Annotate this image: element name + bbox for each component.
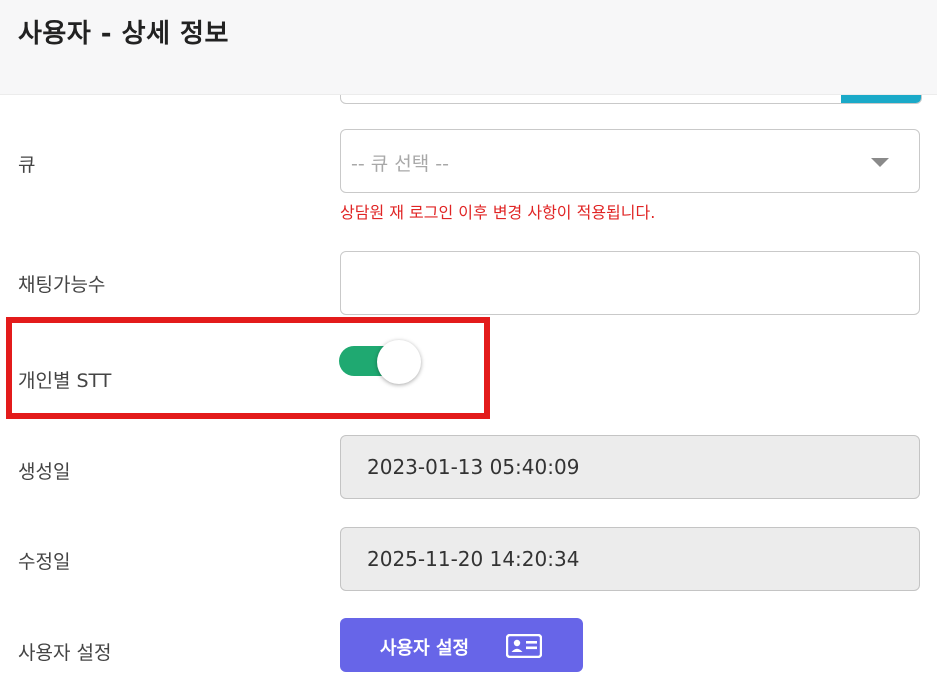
page-header: 사용자 - 상세 정보 (0, 0, 937, 95)
user-settings-button[interactable]: 사용자 설정 (340, 618, 583, 672)
id-card-icon (505, 633, 543, 662)
modified-field: 2025-11-20 14:20:34 (340, 527, 920, 591)
queue-select-placeholder: -- 큐 선택 -- (351, 153, 449, 175)
queue-select[interactable]: -- 큐 선택 -- (340, 129, 920, 193)
user-settings-button-label: 사용자 설정 (380, 638, 470, 659)
created-value: 2023-01-13 05:40:09 (367, 455, 580, 479)
personal-stt-label: 개인별 STT (18, 370, 112, 392)
created-label: 생성일 (18, 461, 71, 483)
chat-capacity-label: 채팅가능수 (18, 274, 106, 296)
modified-label: 수정일 (18, 551, 71, 573)
queue-label: 큐 (18, 154, 36, 176)
chevron-down-icon (871, 158, 889, 167)
queue-notice: 상담원 재 로그인 이후 변경 사항이 적용됩니다. (340, 203, 656, 222)
user-settings-label: 사용자 설정 (18, 642, 112, 664)
page-title: 사용자 - 상세 정보 (18, 19, 229, 49)
modified-value: 2025-11-20 14:20:34 (367, 547, 580, 571)
created-field: 2023-01-13 05:40:09 (340, 435, 920, 499)
chat-capacity-input[interactable] (340, 251, 920, 315)
personal-stt-toggle[interactable] (339, 340, 425, 384)
toggle-knob (377, 340, 421, 384)
